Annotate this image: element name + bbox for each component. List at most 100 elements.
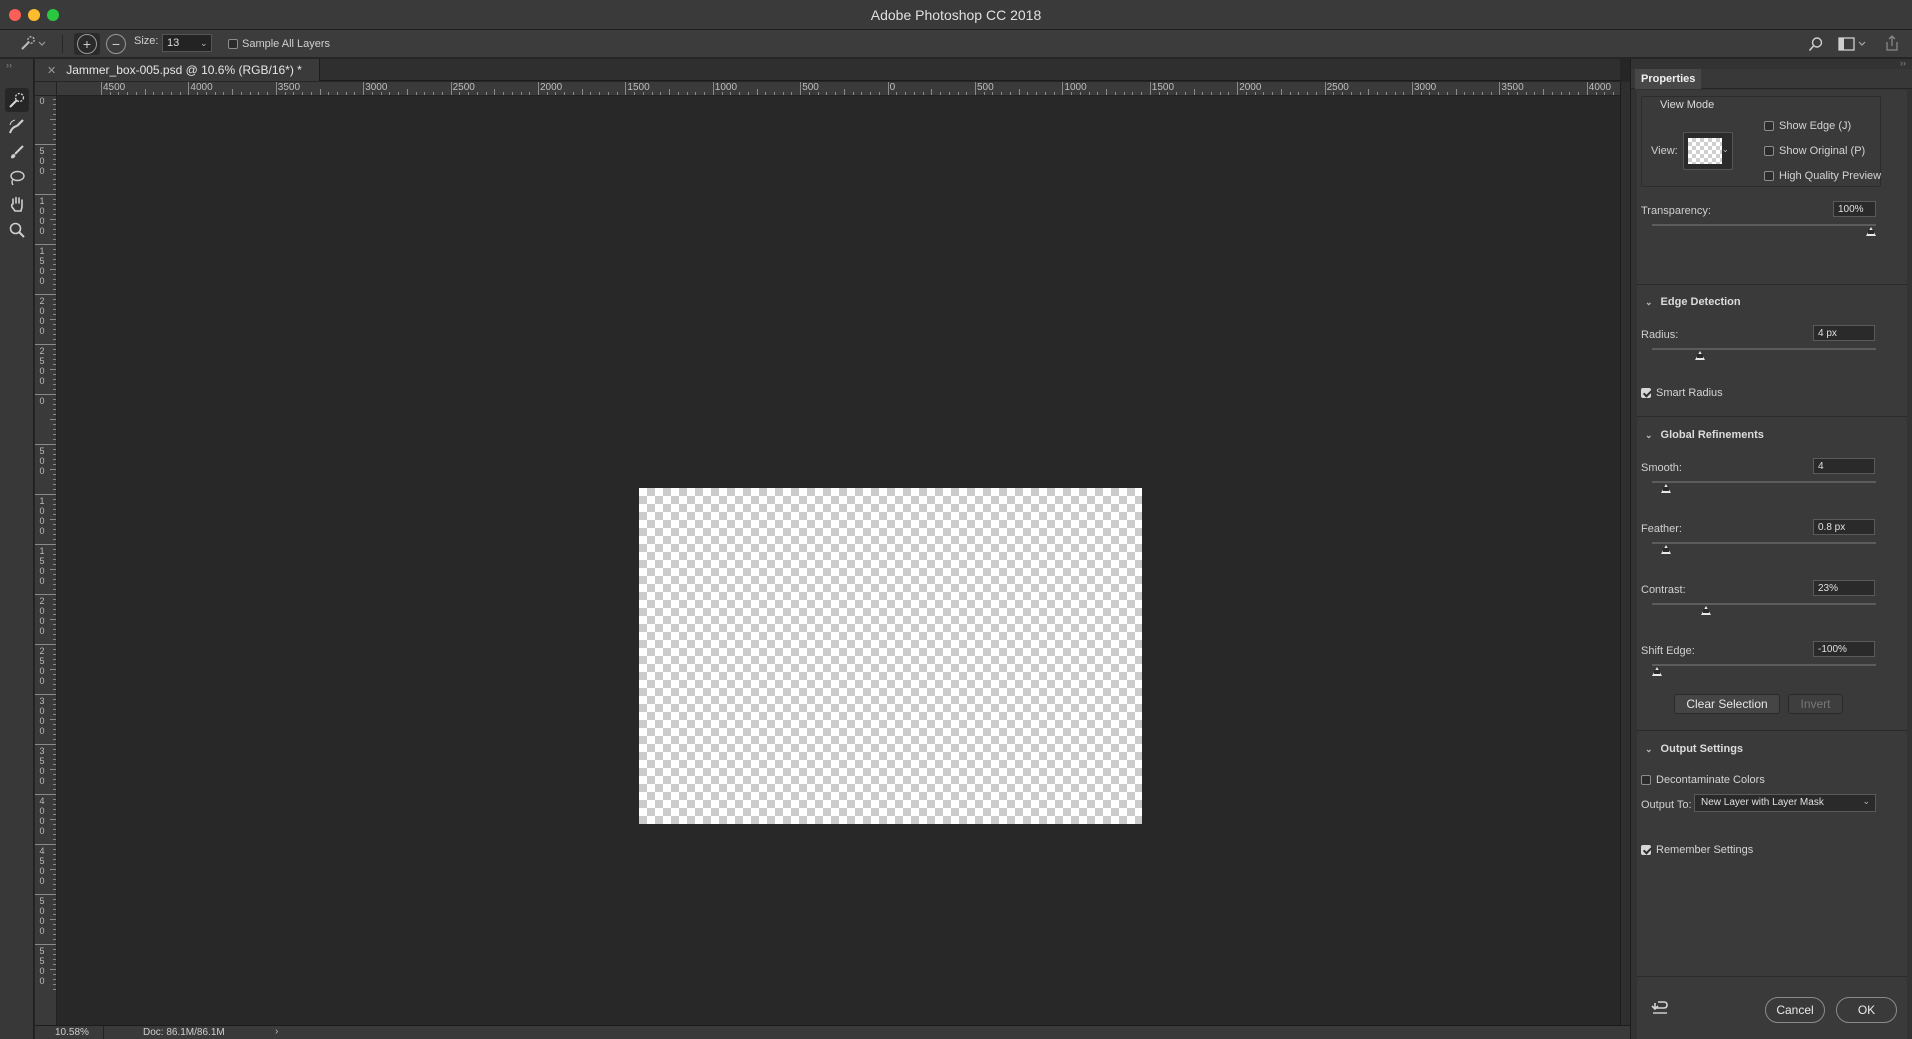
ruler-label: 2000	[1239, 82, 1262, 93]
collapse-panel-icon[interactable]: ››	[1900, 58, 1906, 68]
chevron-down-icon: ⌄	[1645, 429, 1653, 440]
search-button[interactable]	[1808, 36, 1824, 52]
global-refinements-section-toggle[interactable]: ⌄ Global Refinements	[1637, 424, 1907, 446]
zoom-icon	[9, 222, 25, 238]
canvas-area[interactable]	[57, 96, 1620, 1025]
view-label: View:	[1651, 145, 1678, 157]
view-mode-thumbnail	[1688, 138, 1722, 164]
close-document-icon[interactable]: ✕	[47, 64, 56, 77]
properties-body: View Mode View: ⌄ Show Edge (J) Show Ori…	[1637, 90, 1907, 1039]
show-original-checkbox[interactable]: Show Original (P)	[1764, 145, 1865, 157]
ruler-label: 0	[39, 396, 45, 406]
transparency-slider[interactable]	[1652, 224, 1876, 226]
ruler-label: 1000	[1064, 82, 1087, 93]
refine-edge-brush-tool[interactable]	[5, 114, 29, 138]
ruler-label: 2500	[39, 346, 45, 386]
radius-slider[interactable]	[1652, 348, 1876, 350]
contrast-input[interactable]: 23%	[1813, 580, 1875, 596]
contrast-label: Contrast:	[1641, 584, 1686, 596]
output-to-value: New Layer with Layer Mask	[1701, 797, 1824, 808]
feather-input[interactable]: 0.8 px	[1813, 519, 1875, 535]
tool-preset-picker[interactable]	[18, 34, 46, 52]
radius-input[interactable]: 4 px	[1813, 325, 1875, 341]
ruler-label: 3500	[1501, 82, 1524, 93]
ruler-label: 1500	[627, 82, 650, 93]
global-refinements-heading: Global Refinements	[1660, 429, 1764, 441]
zoom-tool[interactable]	[5, 218, 29, 242]
feather-slider[interactable]	[1652, 542, 1876, 544]
slider-thumb[interactable]	[1701, 606, 1711, 615]
chevron-down-icon: ⌄	[1862, 796, 1870, 806]
ruler-label: 1000	[39, 196, 45, 236]
share-button[interactable]	[1884, 35, 1900, 52]
ruler-label: 500	[977, 82, 994, 93]
subtract-from-selection-button[interactable]: −	[106, 34, 126, 54]
output-to-label: Output To:	[1641, 799, 1692, 811]
ruler-label: 3000	[1414, 82, 1437, 93]
zoom-level[interactable]: 10.58%	[55, 1027, 89, 1038]
ruler-label: 4500	[39, 846, 45, 886]
options-bar: + − Size: 13 ⌄ Sample All Layers	[0, 30, 1912, 58]
feather-label: Feather:	[1641, 523, 1682, 535]
sample-all-layers-label: Sample All Layers	[242, 38, 331, 50]
chevron-down-icon: ⌄	[1645, 296, 1653, 307]
shift-edge-input[interactable]: -100%	[1813, 641, 1875, 657]
ruler-label: 0	[39, 96, 45, 106]
ruler-label: 5000	[39, 896, 45, 936]
output-settings-section-toggle[interactable]: ⌄ Output Settings	[1637, 738, 1907, 760]
smooth-slider[interactable]	[1652, 481, 1876, 483]
cancel-button[interactable]: Cancel	[1765, 997, 1825, 1023]
show-edge-checkbox[interactable]: Show Edge (J)	[1764, 120, 1851, 132]
brush-tool[interactable]	[5, 140, 29, 164]
slider-thumb[interactable]	[1661, 545, 1671, 554]
reset-button[interactable]	[1651, 999, 1669, 1018]
invert-button[interactable]: Invert	[1788, 694, 1843, 714]
smooth-input[interactable]: 4	[1813, 458, 1875, 474]
decontaminate-colors-checkbox[interactable]: Decontaminate Colors	[1641, 774, 1765, 786]
document-tab-title: Jammer_box-005.psd @ 10.6% (RGB/16*) *	[66, 63, 302, 77]
properties-tab[interactable]: Properties	[1631, 69, 1912, 89]
sample-all-layers-checkbox[interactable]: Sample All Layers	[228, 38, 330, 50]
lasso-tool[interactable]	[5, 166, 29, 190]
slider-thumb[interactable]	[1661, 484, 1671, 493]
workspace-button[interactable]	[1838, 36, 1868, 52]
edge-detection-section-toggle[interactable]: ⌄ Edge Detection	[1637, 291, 1907, 313]
ruler-label: 2500	[452, 82, 475, 93]
vertical-ruler[interactable]: 0 500 1000 1500 2000 2500 0 500 1000 1500 2000 2500…	[35, 96, 57, 1025]
clear-selection-button[interactable]: Clear Selection	[1674, 694, 1780, 714]
ruler-label: 3000	[39, 696, 45, 736]
add-to-selection-button[interactable]: +	[74, 33, 100, 55]
output-to-select[interactable]: New Layer with Layer Mask ⌄	[1694, 794, 1876, 812]
contrast-slider[interactable]	[1652, 603, 1876, 605]
smooth-label: Smooth:	[1641, 462, 1682, 474]
shift-edge-slider[interactable]	[1652, 664, 1876, 666]
ruler-label: 4000	[190, 82, 213, 93]
ok-button[interactable]: OK	[1836, 997, 1897, 1023]
view-mode-picker[interactable]: ⌄	[1683, 132, 1733, 170]
smart-radius-checkbox[interactable]: Smart Radius	[1641, 387, 1723, 399]
remember-settings-checkbox[interactable]: Remember Settings	[1641, 844, 1753, 856]
ruler-label: 1000	[39, 496, 45, 536]
radius-label: Radius:	[1641, 329, 1679, 341]
ruler-origin[interactable]	[35, 82, 57, 96]
slider-thumb[interactable]	[1652, 667, 1662, 676]
refine-edge-brush-icon	[9, 119, 24, 134]
status-menu-arrow-icon[interactable]: ›	[275, 1026, 278, 1037]
document-image-transparent[interactable]	[639, 488, 1142, 824]
slider-thumb[interactable]	[1695, 351, 1705, 360]
document-tab[interactable]: ✕ Jammer_box-005.psd @ 10.6% (RGB/16*) *	[35, 59, 320, 81]
quick-selection-tool[interactable]	[5, 88, 29, 112]
ruler-label: 1500	[39, 246, 45, 286]
hand-tool[interactable]	[5, 192, 29, 216]
high-quality-preview-checkbox[interactable]: High Quality Preview	[1764, 170, 1881, 182]
ruler-label: 3500	[39, 746, 45, 786]
size-dropdown-chevron-icon[interactable]: ⌄	[200, 38, 208, 49]
horizontal-ruler[interactable]: 4500 4000 3500 3000 2500 2000 1500 1000 500 0 500 1…	[57, 82, 1620, 96]
transparency-label: Transparency:	[1641, 205, 1711, 217]
transparency-input[interactable]: 100%	[1833, 201, 1876, 217]
sample-all-layers-check[interactable]	[228, 39, 238, 49]
slider-thumb[interactable]	[1866, 227, 1876, 236]
ruler-label: 4500	[103, 82, 126, 93]
collapse-toolbar-icon[interactable]: ››	[6, 60, 12, 70]
ruler-label: 2000	[39, 596, 45, 636]
